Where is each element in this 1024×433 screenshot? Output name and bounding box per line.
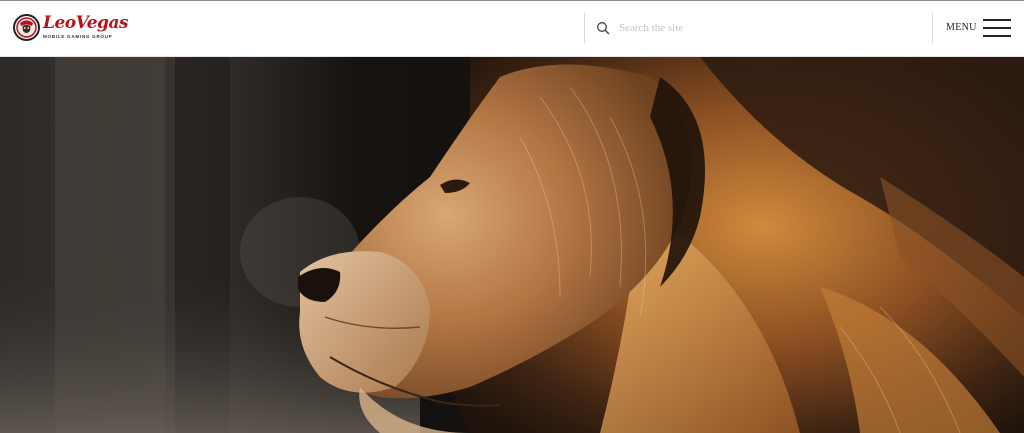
hamburger-icon[interactable] [983,19,1011,37]
header-divider-right [932,13,933,43]
search-bar[interactable] [585,13,931,43]
lion-emblem-icon [13,14,40,41]
leovegas-logo[interactable]: LeoVegas MOBILE GAMING GROUP [13,12,129,44]
menu-button[interactable]: MENU [940,13,1018,45]
menu-label: MENU [946,22,977,33]
hero-banner [0,57,1024,433]
lion-profile-image [0,57,1024,433]
search-input[interactable] [619,17,919,39]
search-icon[interactable] [596,21,610,35]
logo-tagline: MOBILE GAMING GROUP [43,34,113,39]
logo-wordmark: LeoVegas [43,13,129,33]
site-header: LeoVegas MOBILE GAMING GROUP MENU [0,0,1024,57]
